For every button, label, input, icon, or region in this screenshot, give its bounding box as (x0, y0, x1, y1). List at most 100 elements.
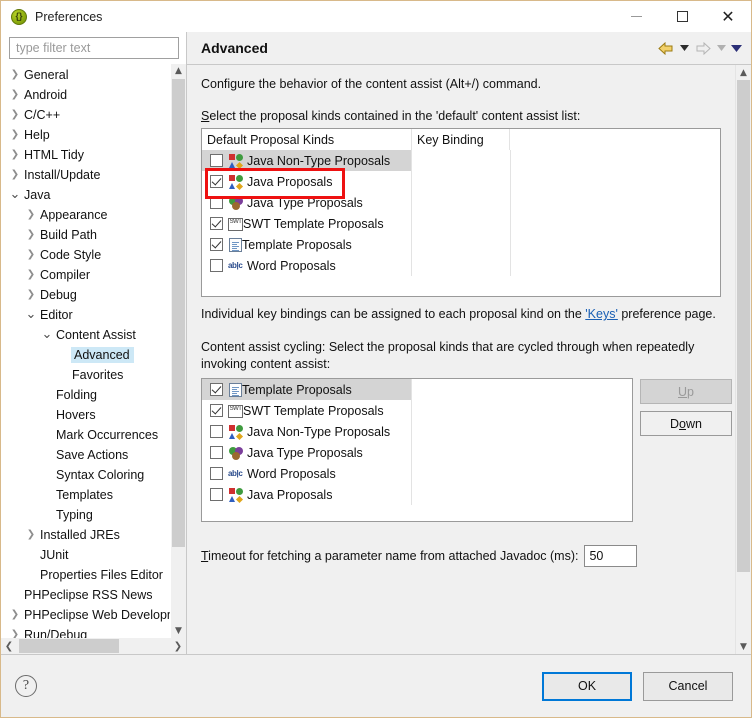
sidebar-item-phpeclipse-rss-news[interactable]: PHPeclipse RSS News (3, 585, 170, 605)
table-row[interactable]: Template Proposals (202, 234, 720, 255)
proposal-checkbox[interactable] (210, 383, 223, 396)
table-row[interactable]: SWT SWT Template Proposals (202, 213, 720, 234)
table-row[interactable]: Java Type Proposals (202, 442, 632, 463)
proposal-kind-cell[interactable]: SWT SWT Template Proposals (202, 213, 412, 234)
sidebar-vertical-scrollbar[interactable]: ▲ ▼ (170, 63, 186, 638)
close-button[interactable]: ✕ (705, 1, 751, 32)
sidebar-scroll-track[interactable] (171, 78, 186, 623)
proposal-checkbox[interactable] (210, 196, 223, 209)
proposal-checkbox[interactable] (210, 217, 223, 230)
chevron-right-icon[interactable]: ❯ (7, 109, 23, 120)
page-scroll-up-icon[interactable]: ▲ (736, 65, 751, 80)
proposal-kind-cell[interactable]: Java Non-Type Proposals (202, 150, 412, 171)
sidebar-item-save-actions[interactable]: Save Actions (3, 445, 170, 465)
sidebar-item-editor[interactable]: ⌄ Editor (3, 305, 170, 325)
empty-cell[interactable] (412, 463, 632, 484)
key-binding-cell[interactable] (412, 255, 511, 276)
chevron-right-icon[interactable]: ❯ (23, 269, 39, 280)
proposal-kind-cell[interactable]: Java Type Proposals (202, 192, 412, 213)
back-menu-chevron-down-icon[interactable] (678, 37, 691, 59)
sidebar-item-c-c[interactable]: ❯ C/C++ (3, 105, 170, 125)
chevron-right-icon[interactable]: ❯ (7, 169, 23, 180)
page-scroll-down-icon[interactable]: ▼ (736, 639, 751, 654)
proposal-kind-cell[interactable]: Java Non-Type Proposals (202, 421, 412, 442)
table-row[interactable]: Java Non-Type Proposals (202, 150, 720, 171)
sidebar-hscroll-thumb[interactable] (19, 639, 119, 653)
page-menu-chevron-down-icon[interactable] (730, 37, 743, 59)
proposal-kind-cell[interactable]: ab|c Word Proposals (202, 463, 412, 484)
proposal-kind-cell[interactable]: ab|c Word Proposals (202, 255, 412, 276)
table-row[interactable]: Template Proposals (202, 379, 632, 400)
table-row[interactable]: Java Type Proposals (202, 192, 720, 213)
empty-cell[interactable] (511, 171, 720, 192)
sidebar-item-appearance[interactable]: ❯ Appearance (3, 205, 170, 225)
sidebar-item-debug[interactable]: ❯ Debug (3, 285, 170, 305)
key-binding-cell[interactable] (412, 234, 511, 255)
proposal-kind-cell[interactable]: Java Proposals (202, 171, 412, 192)
sidebar-item-installed-jres[interactable]: ❯ Installed JREs (3, 525, 170, 545)
proposal-checkbox[interactable] (210, 238, 223, 251)
chevron-right-icon[interactable]: ❯ (23, 289, 39, 300)
empty-cell[interactable] (511, 255, 720, 276)
key-binding-cell[interactable] (412, 192, 511, 213)
page-vertical-scrollbar[interactable]: ▲ ▼ (735, 65, 751, 654)
empty-cell[interactable] (511, 213, 720, 234)
preferences-tree[interactable]: ❯ General ❯ Android ❯ C/C++ ❯ Help ❯ HTML Tidy ❯ In… (3, 64, 170, 638)
empty-cell[interactable] (511, 234, 720, 255)
proposal-checkbox[interactable] (210, 259, 223, 272)
chevron-right-icon[interactable]: ❯ (23, 529, 39, 540)
key-binding-cell[interactable] (412, 150, 511, 171)
filter-box[interactable] (9, 37, 179, 59)
empty-cell[interactable] (412, 421, 632, 442)
sidebar-item-build-path[interactable]: ❯ Build Path (3, 225, 170, 245)
page-scroll-thumb[interactable] (737, 80, 750, 572)
sidebar-item-properties-files-editor[interactable]: Properties Files Editor (3, 565, 170, 585)
sidebar-item-java[interactable]: ⌄ Java (3, 185, 170, 205)
empty-cell[interactable] (412, 379, 632, 400)
proposal-kind-cell[interactable]: Template Proposals (202, 379, 412, 400)
table-row[interactable]: Java Proposals (202, 171, 720, 192)
chevron-right-icon[interactable]: ❯ (7, 609, 23, 620)
chevron-right-icon[interactable]: ❯ (7, 149, 23, 160)
scroll-up-icon[interactable]: ▲ (171, 64, 186, 79)
sidebar-item-content-assist[interactable]: ⌄ Content Assist (3, 325, 170, 345)
sidebar-item-hovers[interactable]: Hovers (3, 405, 170, 425)
chevron-right-icon[interactable]: ❯ (7, 89, 23, 100)
table-row[interactable]: ab|c Word Proposals (202, 255, 720, 276)
sidebar-item-run-debug[interactable]: ❯ Run/Debug (3, 625, 170, 638)
column-header-blank[interactable] (510, 129, 720, 150)
sidebar-item-phpeclipse-web-development[interactable]: ❯PHPeclipse Web Development (3, 605, 170, 625)
sidebar-item-android[interactable]: ❯ Android (3, 85, 170, 105)
column-header-key-binding[interactable]: Key Binding (412, 129, 510, 150)
sidebar-item-mark-occurrences[interactable]: Mark Occurrences (3, 425, 170, 445)
sidebar-item-templates[interactable]: Templates (3, 485, 170, 505)
keys-preference-link[interactable]: 'Keys' (585, 307, 618, 321)
empty-cell[interactable] (412, 484, 632, 505)
column-header-default-proposal-kinds[interactable]: Default Proposal Kinds (202, 129, 412, 150)
proposal-checkbox[interactable] (210, 154, 223, 167)
minimize-button[interactable] (613, 1, 659, 32)
proposal-checkbox[interactable] (210, 175, 223, 188)
sidebar-item-typing[interactable]: Typing (3, 505, 170, 525)
proposal-checkbox[interactable] (210, 425, 223, 438)
chevron-down-icon[interactable]: ⌄ (39, 327, 55, 342)
sidebar-item-compiler[interactable]: ❯ Compiler (3, 265, 170, 285)
proposal-checkbox[interactable] (210, 404, 223, 417)
empty-cell[interactable] (412, 442, 632, 463)
ok-button[interactable]: OK (542, 671, 632, 701)
empty-cell[interactable] (412, 400, 632, 421)
chevron-right-icon[interactable]: ❯ (23, 229, 39, 240)
page-scroll-track[interactable] (736, 80, 751, 639)
sidebar-horizontal-scrollbar[interactable]: ❮ ❯ (1, 638, 186, 654)
table-body[interactable]: Java Non-Type Proposals Java Proposals Jav… (202, 150, 720, 296)
scroll-left-icon[interactable]: ❮ (1, 641, 17, 652)
chevron-right-icon[interactable]: ❯ (7, 69, 23, 80)
table-row[interactable]: ab|c Word Proposals (202, 463, 632, 484)
empty-cell[interactable] (511, 192, 720, 213)
sidebar-item-folding[interactable]: Folding (3, 385, 170, 405)
sidebar-item-general[interactable]: ❯ General (3, 65, 170, 85)
up-button[interactable]: Up (640, 379, 732, 404)
proposal-kind-cell[interactable]: Java Type Proposals (202, 442, 412, 463)
chevron-down-icon[interactable]: ⌄ (7, 187, 23, 202)
cycling-proposal-kinds-table[interactable]: Template Proposals SWT SWT Template Propos… (201, 378, 633, 522)
